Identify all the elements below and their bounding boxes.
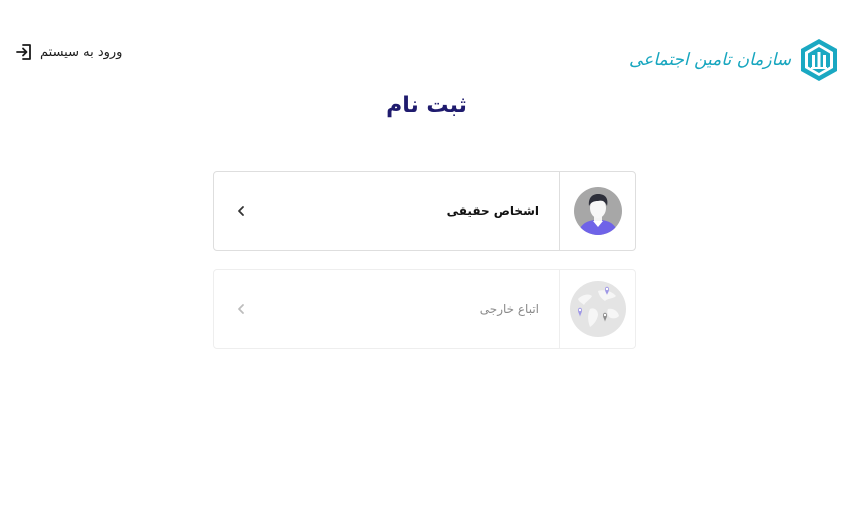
chevron-left-icon	[238, 206, 244, 216]
chevron-left-icon	[238, 304, 244, 314]
social-security-emblem-icon	[801, 39, 837, 81]
person-avatar-icon	[573, 187, 622, 235]
page-title: ثبت نام	[386, 93, 467, 118]
login-label: ورود به سیستم	[40, 44, 123, 60]
login-icon	[16, 44, 31, 60]
option-card-real-persons[interactable]: اشخاص حقیقی	[213, 171, 636, 251]
option-body: اتباع خارجی	[214, 270, 559, 348]
org-name: سازمان تامین اجتماعی	[629, 50, 791, 70]
option-body: اشخاص حقیقی	[214, 172, 559, 250]
login-link[interactable]: ورود به سیستم	[14, 42, 122, 62]
option-media	[559, 172, 635, 250]
option-card-foreign-nationals[interactable]: اتباع خارجی	[213, 269, 636, 349]
option-media	[559, 270, 635, 348]
org-logo[interactable]: سازمان تامین اجتماعی	[629, 38, 839, 82]
option-label: اشخاص حقیقی	[446, 204, 539, 218]
world-map-icon	[569, 281, 626, 337]
registration-page: سازمان تامین اجتماعی ورود به سیستم ثبت ن…	[0, 0, 853, 514]
option-label: اتباع خارجی	[479, 302, 539, 316]
